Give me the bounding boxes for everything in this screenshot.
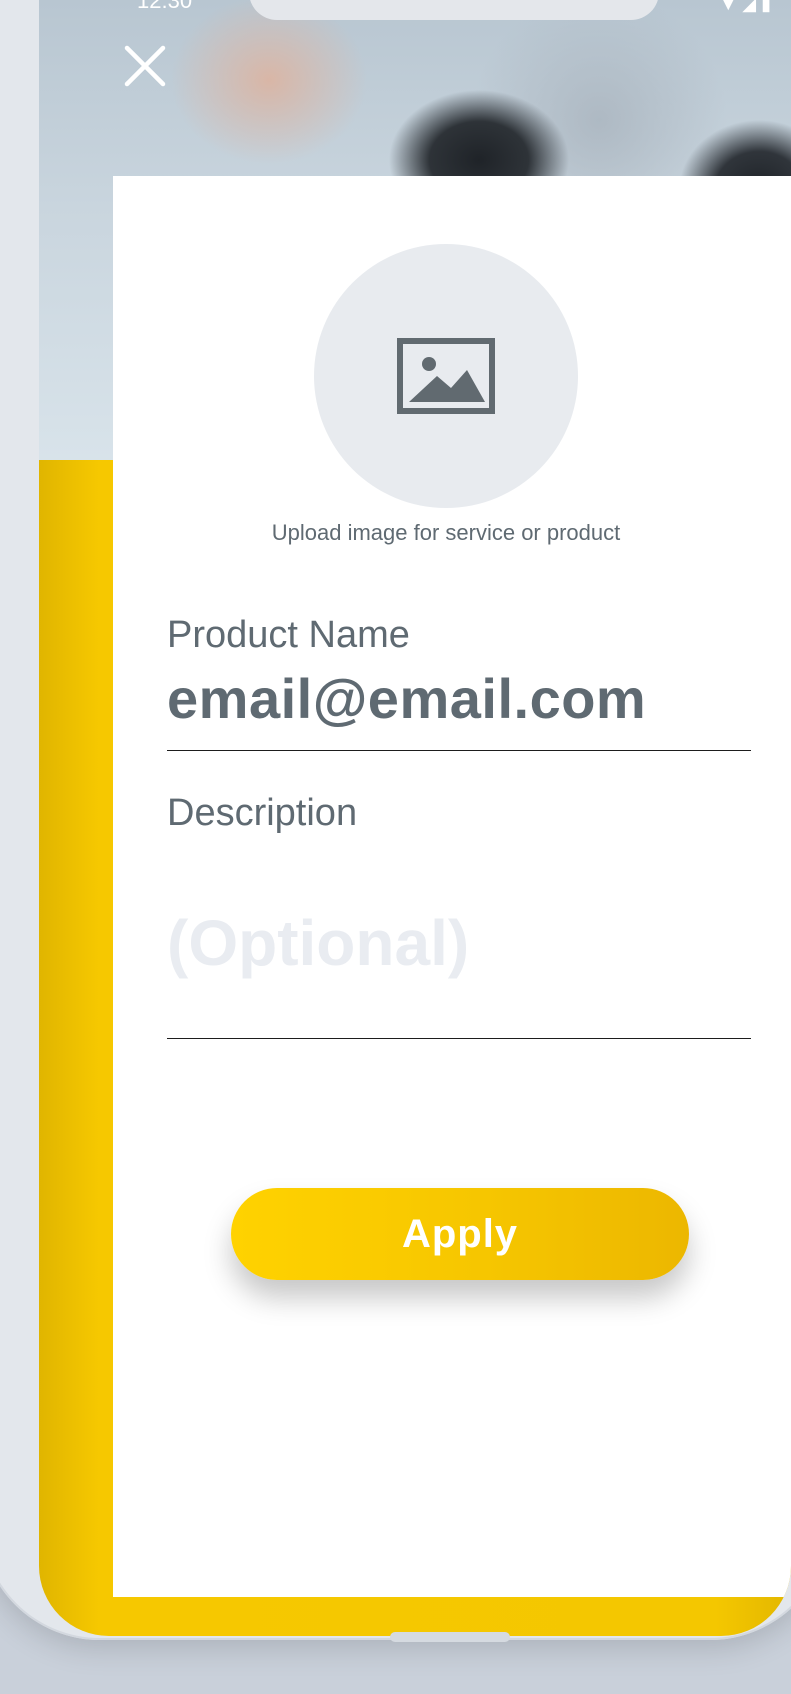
status-time: 12:30 (137, 0, 193, 13)
close-icon (124, 45, 166, 87)
close-button[interactable] (123, 44, 167, 88)
device-notch (249, 0, 659, 20)
description-underline (167, 1038, 751, 1039)
upload-image-button[interactable] (314, 244, 578, 508)
app-screen: 12:30 ▼ ◢ ▮ Upload image for service or … (39, 0, 791, 1636)
product-name-input[interactable]: email@email.com (167, 666, 747, 731)
product-name-underline (167, 750, 751, 751)
form-card: Upload image for service or product Prod… (113, 176, 791, 1597)
apply-button[interactable]: Apply (231, 1188, 689, 1280)
status-icons: ▼ ◢ ▮ (719, 0, 771, 14)
upload-caption: Upload image for service or product (271, 520, 621, 545)
description-input[interactable]: (Optional) (167, 906, 751, 1002)
image-icon (397, 338, 495, 414)
description-label: Description (167, 792, 358, 834)
product-name-label: Product Name (167, 614, 410, 656)
home-indicator (390, 1632, 510, 1642)
